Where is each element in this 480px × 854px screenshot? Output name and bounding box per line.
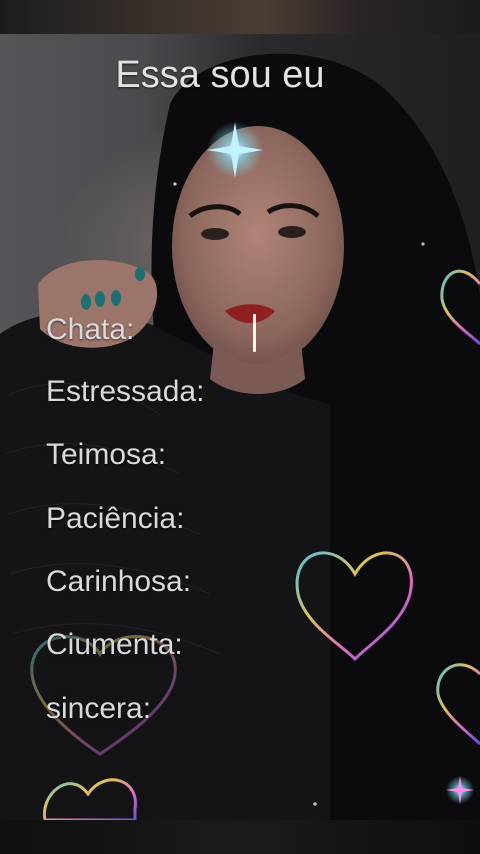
top-blurred-strip [0,0,480,34]
text-cursor[interactable] [253,314,256,352]
field-label-carinhosa: Carinhosa: [46,565,192,598]
field-label-paciencia: Paciência: [46,502,185,535]
field-label-sincera: sincera: [46,692,152,725]
field-label-chata: Chata: [46,313,135,346]
sparkle-icon [446,776,474,804]
story-screen: Essa sou eu Chata: Estressada: Teimosa: … [0,0,480,854]
field-label-estressada: Estressada: [46,375,205,408]
bottom-blurred-strip [0,820,480,854]
page-title: Essa sou eu [115,54,325,96]
sparkle-icon [207,122,263,178]
field-label-teimosa: Teimosa: [46,438,167,471]
field-label-ciumenta: Ciumenta: [46,628,183,661]
